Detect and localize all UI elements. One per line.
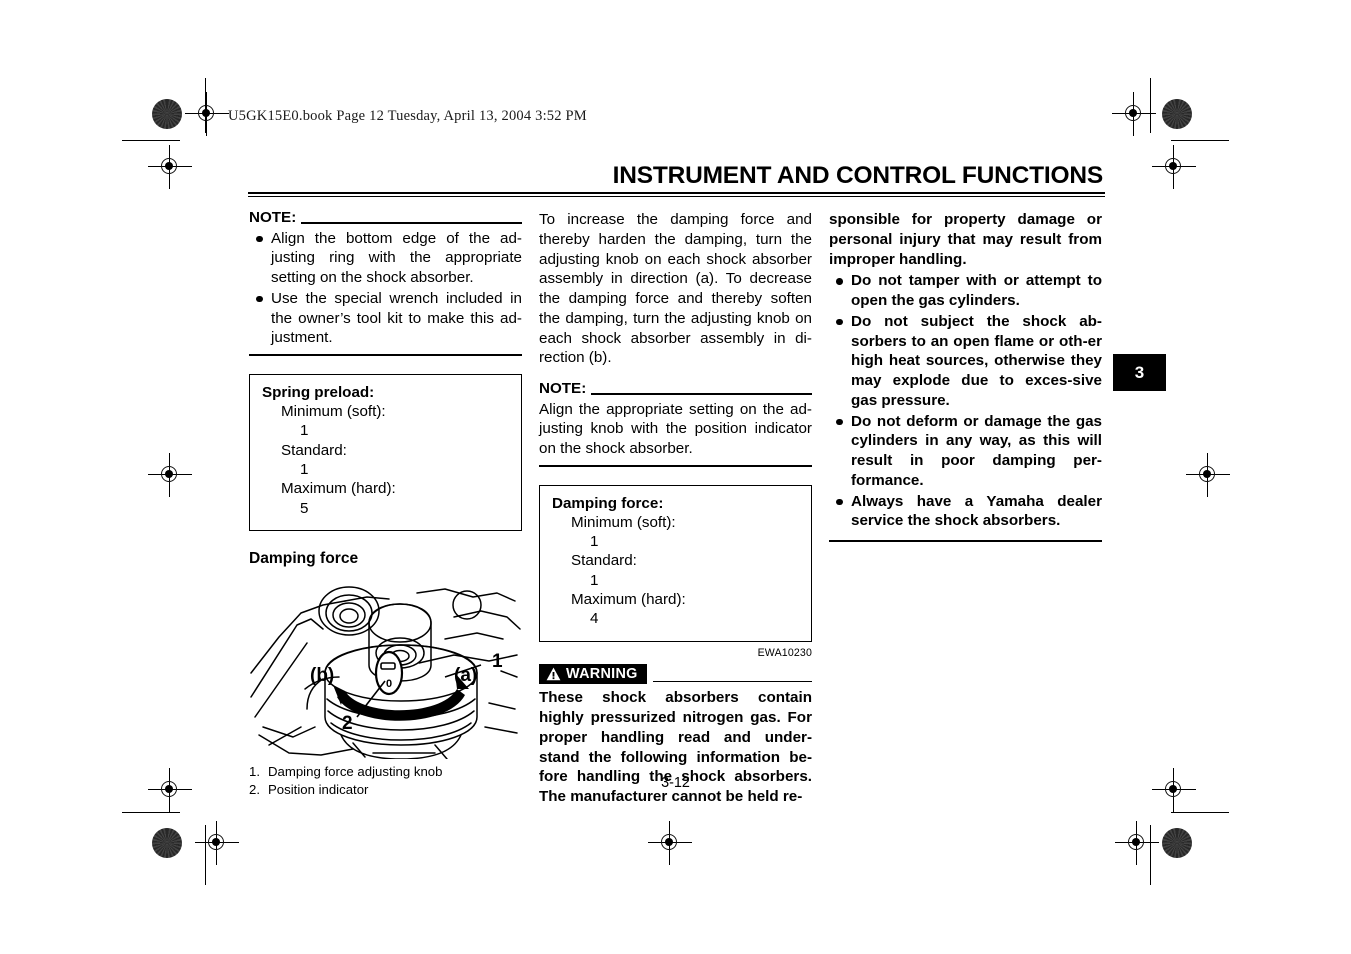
- spec-value: 1: [590, 533, 599, 551]
- list-item: 1. Damping force adjusting knob: [249, 763, 522, 782]
- density-patch-bottom-right: [1162, 828, 1192, 858]
- registration-mark-bottom-right: [1115, 821, 1159, 865]
- registration-mark-bottom-center: [648, 821, 692, 865]
- spec-box-spring-preload: Spring preload: Minimum (soft): 1 Standa…: [249, 373, 522, 531]
- spec-value: 4: [590, 610, 599, 628]
- warning-bullet-list: Do not tamper with or attempt to open th…: [829, 271, 1102, 531]
- note-closing-rule: [539, 464, 812, 467]
- list-item: 2. Position indicator: [249, 781, 522, 800]
- art-code: EWA10230: [757, 646, 812, 659]
- book-file-header: U5GK15E0.book Page 12 Tuesday, April 13,…: [228, 108, 587, 124]
- registration-mark-top-left: [185, 92, 229, 136]
- figure-callout-1: 1: [492, 651, 503, 672]
- trim-line-top-right-vertical: [1150, 78, 1152, 133]
- spec-key: Minimum (soft):: [571, 513, 676, 531]
- figure-caption-text: Position indicator: [268, 782, 369, 798]
- registration-mark-lower-right-inner: [1152, 768, 1196, 812]
- left-column: NOTE: Align the bottom edge of the ad-ju…: [249, 209, 522, 800]
- spec-box-damping-force: Damping force: Minimum (soft): 1 Standar…: [539, 484, 812, 642]
- trim-line-top-left-vertical: [205, 78, 207, 133]
- list-item: Do not deform or damage the gas cylinder…: [829, 412, 1102, 491]
- registration-mark-lower-left-inner: [148, 768, 192, 812]
- trim-line-right-horizontal: [1171, 140, 1229, 142]
- spec-key: Minimum (soft):: [281, 403, 386, 421]
- registration-mark-middle-left: [148, 453, 192, 497]
- figure-caption-list: 1. Damping force adjusting knob 2. Posit…: [249, 763, 522, 800]
- shock-absorber-illustration: 0 1 2 (b) (a): [250, 585, 521, 759]
- note-closing-rule: [249, 354, 522, 356]
- density-patch-top-right: [1162, 99, 1192, 129]
- note-label: NOTE:: [249, 209, 297, 226]
- figure-caption-number: 2.: [249, 782, 260, 798]
- warning-heading-rule: [652, 680, 812, 683]
- spec-value: 5: [300, 499, 309, 517]
- trim-line-bottom-left-horizontal: [122, 812, 180, 814]
- running-head-rule-thin: [248, 195, 1105, 198]
- warning-triangle-icon: [546, 667, 561, 681]
- note-text: Align the appropriate setting on the ad-…: [539, 400, 812, 458]
- warning-text-continued: sponsible for property damage or persona…: [829, 211, 1102, 268]
- figure-damping-force-knob: 0 1 2 (b) (a) 1. Damping force adjusting…: [249, 577, 522, 800]
- trim-line-bottom-right-horizontal: [1171, 812, 1229, 814]
- spec-value: 1: [590, 571, 599, 589]
- middle-column: To increase the damping force and thereb…: [539, 210, 812, 807]
- registration-mark-upper-right-inner: [1152, 145, 1196, 189]
- note-block-alignment: NOTE: Align the appropriate setting on t…: [539, 380, 812, 467]
- spec-key: Maximum (hard):: [571, 591, 686, 609]
- figure-callout-2: 2: [342, 713, 353, 734]
- registration-mark-upper-left-inner: [148, 145, 192, 189]
- registration-mark-bottom-left: [195, 821, 239, 865]
- spec-box-title: Damping force:: [552, 494, 664, 512]
- page-title: INSTRUMENT AND CONTROL FUNCTIONS: [612, 162, 1104, 189]
- spec-key: Maximum (hard):: [281, 480, 396, 498]
- note-heading: NOTE:: [249, 209, 522, 227]
- right-column: sponsible for property damage or persona…: [829, 210, 1102, 542]
- note-block-preload: NOTE: Align the bottom edge of the ad-ju…: [249, 209, 522, 356]
- list-item: Do not tamper with or attempt to open th…: [829, 271, 1102, 311]
- svg-text:0: 0: [386, 678, 392, 690]
- note-heading-rule: [301, 222, 522, 224]
- spec-value: 1: [300, 422, 309, 440]
- figure-caption-number: 1.: [249, 763, 260, 779]
- warning-badge: WARNING: [539, 664, 647, 685]
- trim-line-bottom-left-vertical: [205, 825, 207, 885]
- registration-mark-middle-right: [1186, 453, 1230, 497]
- list-item: Use the special wrench included in the o…: [249, 289, 522, 348]
- note-label: NOTE:: [539, 380, 587, 397]
- trim-line-left-horizontal: [122, 140, 180, 142]
- trim-line-bottom-right-vertical: [1150, 825, 1152, 885]
- chapter-tab-number: 3: [1134, 362, 1145, 382]
- body-paragraph-damping-direction: To increase the damping force and thereb…: [539, 211, 812, 367]
- note-bullet-list: Align the bottom edge of the ad-justing …: [249, 229, 522, 349]
- list-item: Do not subject the shock ab-sorbers to a…: [829, 312, 1102, 411]
- warning-label: WARNING: [566, 665, 638, 682]
- warning-closing-rule: [829, 540, 1102, 542]
- list-item: Align the bottom edge of the ad-justing …: [249, 229, 522, 288]
- spec-key: Standard:: [571, 552, 637, 570]
- spec-box-title: Spring preload:: [262, 383, 375, 401]
- list-item: Always have a Yamaha dealer service the …: [829, 492, 1102, 532]
- density-patch-bottom-left: [152, 828, 182, 858]
- running-head: INSTRUMENT AND CONTROL FUNCTIONS: [248, 162, 1105, 198]
- page-number: 3-12: [661, 775, 690, 791]
- spec-value: 1: [300, 461, 309, 478]
- chapter-tab: 3: [1113, 354, 1166, 391]
- spec-key: Standard:: [281, 441, 347, 459]
- note-heading-rule: [591, 393, 812, 395]
- figure-caption-text: Damping force adjusting knob: [268, 763, 443, 779]
- density-patch-top-left: [152, 99, 182, 129]
- section-heading-damping-force: Damping force: [249, 549, 359, 567]
- figure-direction-b: (b): [310, 665, 334, 686]
- figure-direction-a: (a): [454, 665, 477, 686]
- warning-heading: WARNING: [539, 664, 812, 685]
- running-head-rule-thick: [248, 191, 1105, 195]
- note-heading: NOTE:: [539, 380, 812, 398]
